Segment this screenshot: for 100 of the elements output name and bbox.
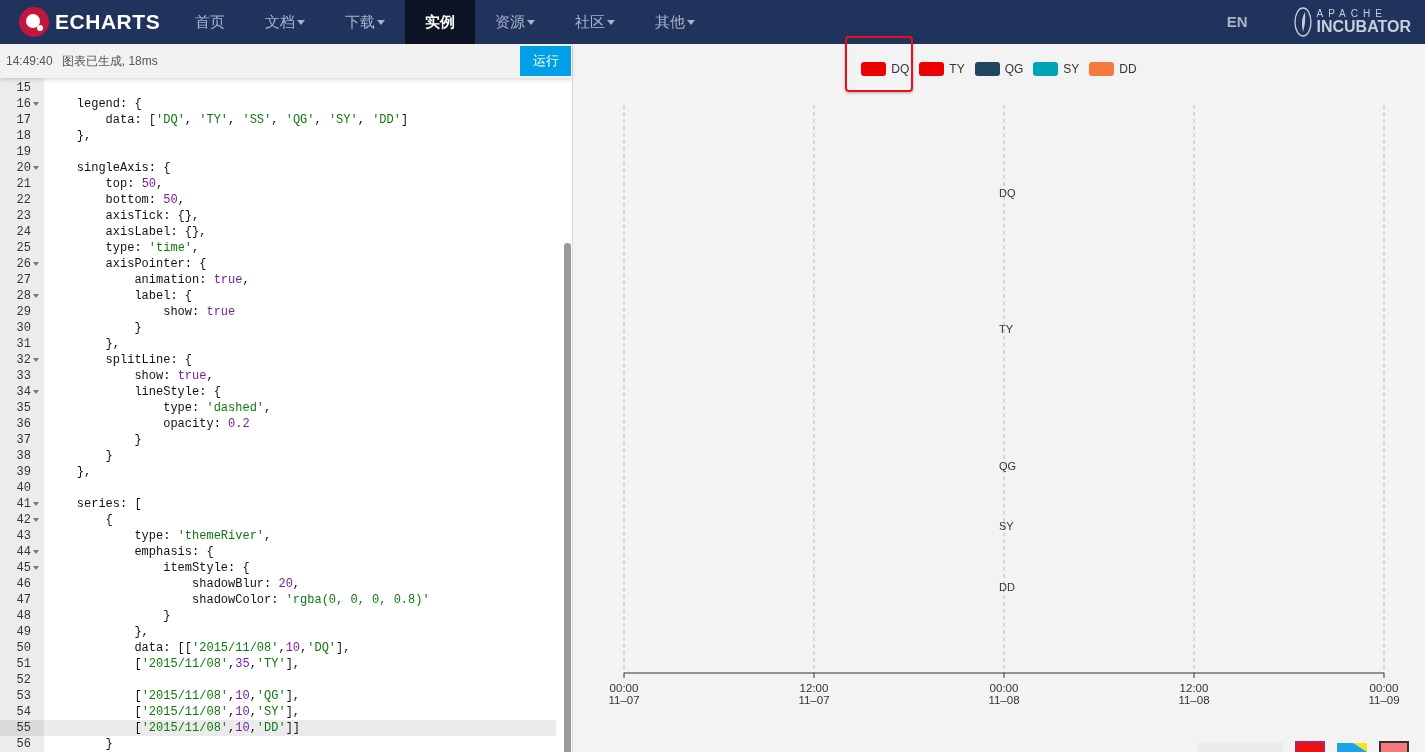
code-line: { — [104, 512, 113, 529]
code-line: type: 'themeRiver', — [133, 528, 272, 545]
nav-link[interactable]: 实例 — [405, 0, 475, 44]
code-line: ['2015/11/08',10,'SY'], — [133, 704, 301, 721]
incubator-logo[interactable]: APACHE INCUBATOR — [1294, 0, 1411, 44]
line-number: 28 — [16, 288, 31, 305]
nav-link[interactable]: 下载 — [325, 0, 405, 44]
status-time: 14:49:40 — [6, 53, 53, 70]
fold-icon[interactable] — [32, 518, 39, 522]
line-number: 38 — [16, 448, 31, 465]
legend-item[interactable]: SY — [1033, 60, 1080, 78]
line-number: 20 — [16, 160, 31, 177]
legend-item[interactable]: DD — [1089, 60, 1137, 78]
line-number: 53 — [16, 688, 31, 705]
line-number: 19 — [16, 144, 31, 161]
line-number: 36 — [16, 416, 31, 433]
fold-icon[interactable] — [32, 294, 39, 298]
fold-icon[interactable] — [32, 566, 39, 570]
fold-icon[interactable] — [32, 550, 39, 554]
axis-label: 11–08 — [1178, 694, 1210, 706]
code-line: opacity: 0.2 — [162, 416, 250, 433]
axis-label: 00:00 — [989, 682, 1019, 694]
line-number: 48 — [16, 608, 31, 625]
fold-icon[interactable] — [32, 262, 39, 266]
code-line: } — [133, 320, 142, 337]
code-line: animation: true, — [133, 272, 250, 289]
line-number: 39 — [16, 464, 31, 481]
theme-icon[interactable] — [1337, 741, 1367, 752]
code-line: } — [133, 432, 142, 449]
fold-icon[interactable] — [32, 166, 39, 170]
series-label: SY — [999, 520, 1014, 532]
code-line: }, — [75, 128, 92, 145]
series-label: TY — [999, 323, 1014, 335]
line-number: 23 — [16, 208, 31, 225]
legend-item[interactable]: QG — [974, 60, 1024, 78]
axis-label: 00:00 — [1369, 682, 1399, 694]
line-number: 54 — [16, 704, 31, 721]
brand-name[interactable]: ECHARTS — [55, 6, 161, 38]
nav-link[interactable]: 首页 — [175, 0, 245, 44]
line-number: 50 — [16, 640, 31, 657]
line-number: 25 — [16, 240, 31, 257]
code-line: shadowBlur: 20, — [191, 576, 301, 593]
code-line: bottom: 50, — [104, 192, 185, 209]
axis-label: 12:00 — [799, 682, 829, 694]
nav-link[interactable]: 社区 — [555, 0, 635, 44]
code-line: axisTick: {}, — [104, 208, 200, 225]
language-link[interactable]: EN — [1226, 10, 1248, 34]
line-number: 52 — [16, 672, 31, 689]
code-line: legend: { — [75, 96, 142, 113]
legend-label: SY — [1063, 61, 1080, 78]
code-line: series: [ — [75, 496, 142, 513]
series-label: QG — [999, 460, 1017, 472]
status-message: 图表已生成, 18ms — [61, 53, 158, 70]
line-number: 30 — [16, 320, 31, 337]
code-line: } — [104, 736, 113, 752]
code-line: }, — [133, 624, 149, 641]
series-label: DQ — [999, 187, 1016, 199]
code-line: ['2015/11/08',35,'TY'], — [133, 656, 301, 673]
axis-label: 11–07 — [608, 694, 640, 706]
line-number: 15 — [16, 80, 31, 97]
axis-label: 12:00 — [1179, 682, 1209, 694]
code-line: ['2015/11/08',10,'DD']] — [133, 720, 301, 737]
line-number: 35 — [16, 400, 31, 417]
line-number: 56 — [16, 736, 31, 752]
line-number: 42 — [16, 512, 31, 529]
legend-item[interactable]: TY — [919, 60, 965, 78]
axis-label: 11–08 — [988, 694, 1020, 706]
fold-icon[interactable] — [32, 390, 39, 394]
fold-icon[interactable] — [32, 358, 39, 362]
line-number: 32 — [16, 352, 31, 369]
legend-item[interactable]: DQ — [845, 36, 914, 92]
line-number: 31 — [16, 336, 31, 353]
code-line: axisPointer: { — [104, 256, 207, 273]
code-line: show: true — [162, 304, 236, 321]
code-line: singleAxis: { — [75, 160, 171, 177]
code-line: } — [162, 608, 171, 625]
nav-link[interactable]: 资源 — [475, 0, 555, 44]
fold-icon[interactable] — [32, 102, 39, 106]
nav-link[interactable]: 其他 — [635, 0, 715, 44]
line-number: 29 — [16, 304, 31, 321]
legend-label: DQ — [891, 61, 910, 78]
theme-icon[interactable] — [1379, 741, 1409, 752]
line-number: 33 — [16, 368, 31, 385]
feather-icon — [1294, 6, 1313, 38]
logo-icon — [19, 7, 49, 37]
code-line: top: 50, — [104, 176, 164, 193]
code-line: splitLine: { — [104, 352, 193, 369]
nav-link[interactable]: 文档 — [245, 0, 325, 44]
fold-icon[interactable] — [32, 502, 39, 506]
line-number: 18 — [16, 128, 31, 145]
code-line: shadowColor: 'rgba(0, 0, 0, 0.8)' — [191, 592, 430, 609]
legend-label: DD — [1119, 61, 1137, 78]
line-number: 24 — [16, 224, 31, 241]
line-number: 17 — [16, 112, 31, 129]
line-number: 37 — [16, 432, 31, 449]
code-line: label: { — [133, 288, 193, 305]
scrollbar-thumb[interactable] — [564, 243, 571, 752]
line-number: 16 — [16, 96, 31, 113]
code-line: show: true, — [133, 368, 214, 385]
line-number: 47 — [16, 592, 31, 609]
